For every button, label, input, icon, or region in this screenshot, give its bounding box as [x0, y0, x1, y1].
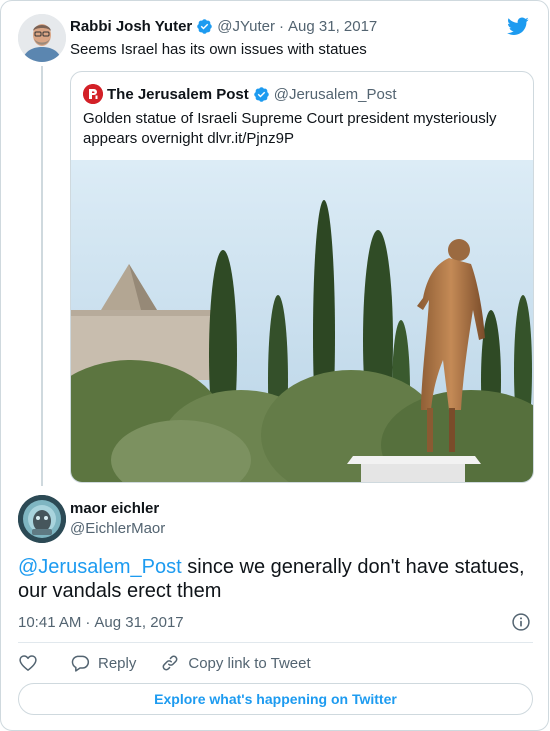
- copy-link-label: Copy link to Tweet: [188, 654, 311, 672]
- reply-icon: [71, 655, 90, 672]
- tweet-timestamp[interactable]: 10:41 AM · Aug 31, 2017: [18, 612, 184, 632]
- quoted-author-handle[interactable]: @Jerusalem_Post: [274, 86, 397, 103]
- tweet-time[interactable]: 10:41 AM: [18, 614, 81, 631]
- parent-tweet-text: Seems Israel has its own issues with sta…: [70, 41, 367, 58]
- reply-button[interactable]: Reply: [70, 653, 136, 673]
- parent-tweet-date[interactable]: Aug 31, 2017: [288, 18, 377, 35]
- quoted-tweet-header: The Jerusalem Post @Jerusalem_Post: [83, 84, 397, 104]
- jpost-logo-icon: [83, 84, 103, 104]
- verified-badge-icon: [197, 18, 213, 34]
- explore-twitter-button[interactable]: Explore what's happening on Twitter: [18, 683, 533, 715]
- parent-author-name[interactable]: Rabbi Josh Yuter: [70, 18, 192, 35]
- main-author-name[interactable]: maor eichler: [70, 500, 159, 517]
- info-icon[interactable]: [511, 612, 531, 632]
- divider: [18, 642, 533, 643]
- reply-label: Reply: [98, 654, 137, 672]
- tweet-card: Rabbi Josh Yuter @JYuter · Aug 31, 2017 …: [0, 0, 549, 731]
- separator-dot: ·: [279, 17, 285, 35]
- tweet-date[interactable]: Aug 31, 2017: [94, 614, 183, 631]
- main-author-avatar[interactable]: [18, 495, 66, 543]
- twitter-logo-icon[interactable]: [507, 15, 529, 37]
- like-button[interactable]: [18, 653, 38, 673]
- separator-dot: ·: [85, 613, 91, 631]
- parent-author-avatar[interactable]: [18, 14, 66, 62]
- quoted-tweet[interactable]: The Jerusalem Post @Jerusalem_Post Golde…: [70, 71, 534, 483]
- main-author-handle[interactable]: @EichlerMaor: [70, 520, 165, 537]
- thread-line: [41, 66, 43, 486]
- copy-link-button[interactable]: Copy link to Tweet: [160, 653, 311, 673]
- quoted-tweet-text: Golden statue of Israeli Supreme Court p…: [83, 110, 497, 147]
- quoted-author-name[interactable]: The Jerusalem Post: [107, 86, 249, 103]
- heart-icon: [19, 655, 37, 671]
- parent-tweet-header: Rabbi Josh Yuter @JYuter · Aug 31, 2017: [70, 16, 377, 36]
- link-icon: [162, 655, 178, 671]
- statue-photo[interactable]: [71, 160, 534, 483]
- mention-link[interactable]: @Jerusalem_Post: [18, 556, 182, 578]
- tweet-actions: Reply Copy link to Tweet: [18, 652, 311, 674]
- main-tweet-text: @Jerusalem_Post since we generally don't…: [18, 555, 538, 603]
- verified-badge-icon: [253, 86, 269, 102]
- parent-author-handle[interactable]: @JYuter: [217, 18, 275, 35]
